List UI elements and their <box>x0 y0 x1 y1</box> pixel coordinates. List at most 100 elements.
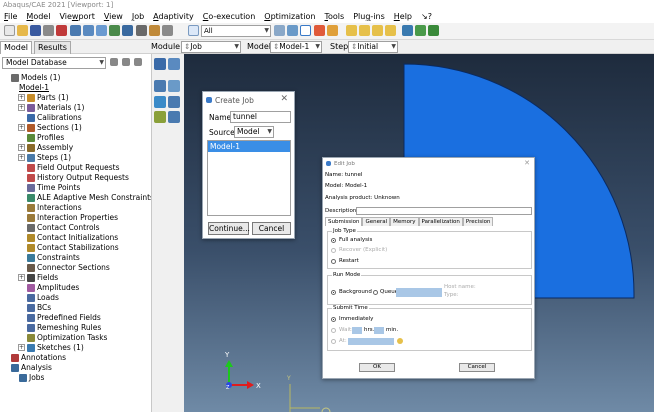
tree-item[interactable]: + Sections (1) <box>0 123 151 133</box>
queue-field[interactable] <box>396 288 442 297</box>
immediately-radio[interactable] <box>331 317 336 322</box>
tree-item[interactable]: Jobs <box>0 373 151 383</box>
background-radio[interactable] <box>331 290 336 295</box>
menu-item-10[interactable]: Help <box>394 12 412 21</box>
expand-icon[interactable]: + <box>18 154 25 161</box>
tree-item[interactable]: Models (1) <box>0 73 151 83</box>
tree-item[interactable]: Interaction Properties <box>0 213 151 223</box>
display-icon[interactable] <box>162 25 173 36</box>
tree-item[interactable]: Contact Initializations <box>0 233 151 243</box>
menu-item-3[interactable]: View <box>104 12 123 21</box>
job-source-select[interactable]: Model ▼ <box>234 126 274 138</box>
magnify-icon[interactable] <box>96 25 107 36</box>
recover-radio[interactable] <box>331 248 336 253</box>
wait-minutes-field[interactable] <box>374 327 384 334</box>
select-tool-2-icon[interactable] <box>287 25 298 36</box>
expand-icon[interactable]: + <box>18 104 25 111</box>
tab-memory[interactable]: Memory <box>390 217 419 226</box>
tree-item[interactable]: + Parts (1) <box>0 93 151 103</box>
close-icon[interactable]: ✕ <box>280 94 288 104</box>
print-icon[interactable] <box>43 25 54 36</box>
tab-model[interactable]: Model <box>0 41 33 54</box>
tree-item[interactable]: Time Points <box>0 183 151 193</box>
zoom-box-icon[interactable] <box>109 25 120 36</box>
adaptivity-manager-icon[interactable] <box>154 80 166 92</box>
tree-expand-icon[interactable] <box>122 58 130 66</box>
module-select[interactable]: ⇕Job ▼ <box>181 41 241 53</box>
tree-item[interactable]: Calibrations <box>0 113 151 123</box>
grid-view-3-icon[interactable] <box>428 25 439 36</box>
at-time-field[interactable] <box>348 338 394 345</box>
menu-item-11[interactable]: ↘? <box>421 12 432 21</box>
select-tool-1-icon[interactable] <box>274 25 285 36</box>
tree-item[interactable]: Contact Controls <box>0 223 151 233</box>
tree-item[interactable]: Optimization Tasks <box>0 333 151 343</box>
tree-item[interactable]: Analysis <box>0 363 151 373</box>
job-create-icon[interactable] <box>168 58 180 70</box>
tree-item[interactable]: Field Output Requests <box>0 163 151 173</box>
menu-item-9[interactable]: Plug-ins <box>353 12 385 21</box>
menu-item-5[interactable]: Adaptivity <box>153 12 194 21</box>
select-tool-5-icon[interactable] <box>327 25 338 36</box>
coexec-create-icon[interactable] <box>168 96 180 108</box>
view-cube-2-icon[interactable] <box>359 25 370 36</box>
model-select[interactable]: ⇕Model-1 ▼ <box>270 41 322 53</box>
tab-precision[interactable]: Precision <box>462 217 494 226</box>
tree-filter-icon[interactable] <box>110 58 118 66</box>
view-cube-3-icon[interactable] <box>372 25 383 36</box>
select-tool-4-icon[interactable] <box>314 25 325 36</box>
restart-radio[interactable] <box>331 259 336 264</box>
render-style-icon[interactable] <box>149 25 160 36</box>
expand-icon[interactable]: + <box>18 144 25 151</box>
tree-item[interactable]: ALE Adaptive Mesh Constraints <box>0 193 151 203</box>
tab-submission[interactable]: Submission <box>325 217 363 226</box>
tree-item[interactable]: History Output Requests <box>0 173 151 183</box>
wait-hours-field[interactable] <box>352 327 362 334</box>
optimization-create-icon[interactable] <box>168 111 180 123</box>
tree-item[interactable]: Interactions <box>0 203 151 213</box>
tree-item[interactable]: Amplitudes <box>0 283 151 293</box>
expand-icon[interactable]: + <box>18 344 25 351</box>
menu-item-4[interactable]: Job <box>132 12 144 21</box>
description-input[interactable] <box>356 207 532 215</box>
expand-icon[interactable]: + <box>18 274 25 281</box>
menu-item-1[interactable]: Model <box>26 12 50 21</box>
optimization-manager-icon[interactable] <box>154 111 166 123</box>
view-icon[interactable] <box>136 25 147 36</box>
at-radio[interactable] <box>331 339 336 344</box>
grid-view-icon[interactable] <box>402 25 413 36</box>
tree-item[interactable]: Constraints <box>0 253 151 263</box>
tree-source-select[interactable]: Model Database ▼ <box>2 57 106 69</box>
tree-item[interactable]: Annotations <box>0 353 151 363</box>
tree-item[interactable]: Loads <box>0 293 151 303</box>
tab-parallelization[interactable]: Parallelization <box>418 217 463 226</box>
tree-item[interactable]: Model-1 <box>0 83 151 93</box>
menu-item-0[interactable]: File <box>4 12 17 21</box>
tree-item[interactable]: Predefined Fields <box>0 313 151 323</box>
cancel-button[interactable]: Cancel <box>252 222 291 235</box>
job-manager-icon[interactable] <box>154 58 166 70</box>
step-select[interactable]: ⇕Initial ▼ <box>348 41 398 53</box>
tree-item[interactable]: BCs <box>0 303 151 313</box>
save-icon[interactable] <box>30 25 41 36</box>
tree-item[interactable]: Profiles <box>0 133 151 143</box>
view-cube-1-icon[interactable] <box>346 25 357 36</box>
pan-icon[interactable] <box>70 25 81 36</box>
expand-icon[interactable]: + <box>18 124 25 131</box>
job-name-input[interactable]: tunnel <box>230 111 291 123</box>
full-analysis-radio[interactable] <box>331 238 336 243</box>
tree-item[interactable]: + Fields <box>0 273 151 283</box>
list-item[interactable]: Model-1 <box>208 141 290 152</box>
menu-item-6[interactable]: Co-execution <box>203 12 256 21</box>
coexec-manager-icon[interactable] <box>154 96 166 108</box>
adaptivity-create-icon[interactable] <box>168 80 180 92</box>
select-box-icon[interactable] <box>300 25 311 36</box>
expand-icon[interactable]: + <box>18 94 25 101</box>
new-file-icon[interactable] <box>4 25 15 36</box>
tree-item[interactable]: + Assembly <box>0 143 151 153</box>
menu-item-7[interactable]: Optimization <box>264 12 315 21</box>
view-cube-4-icon[interactable] <box>385 25 396 36</box>
selection-filter-select[interactable]: All ▼ <box>201 25 271 37</box>
queue-radio[interactable] <box>373 290 378 295</box>
tree-item[interactable]: Connector Sections <box>0 263 151 273</box>
